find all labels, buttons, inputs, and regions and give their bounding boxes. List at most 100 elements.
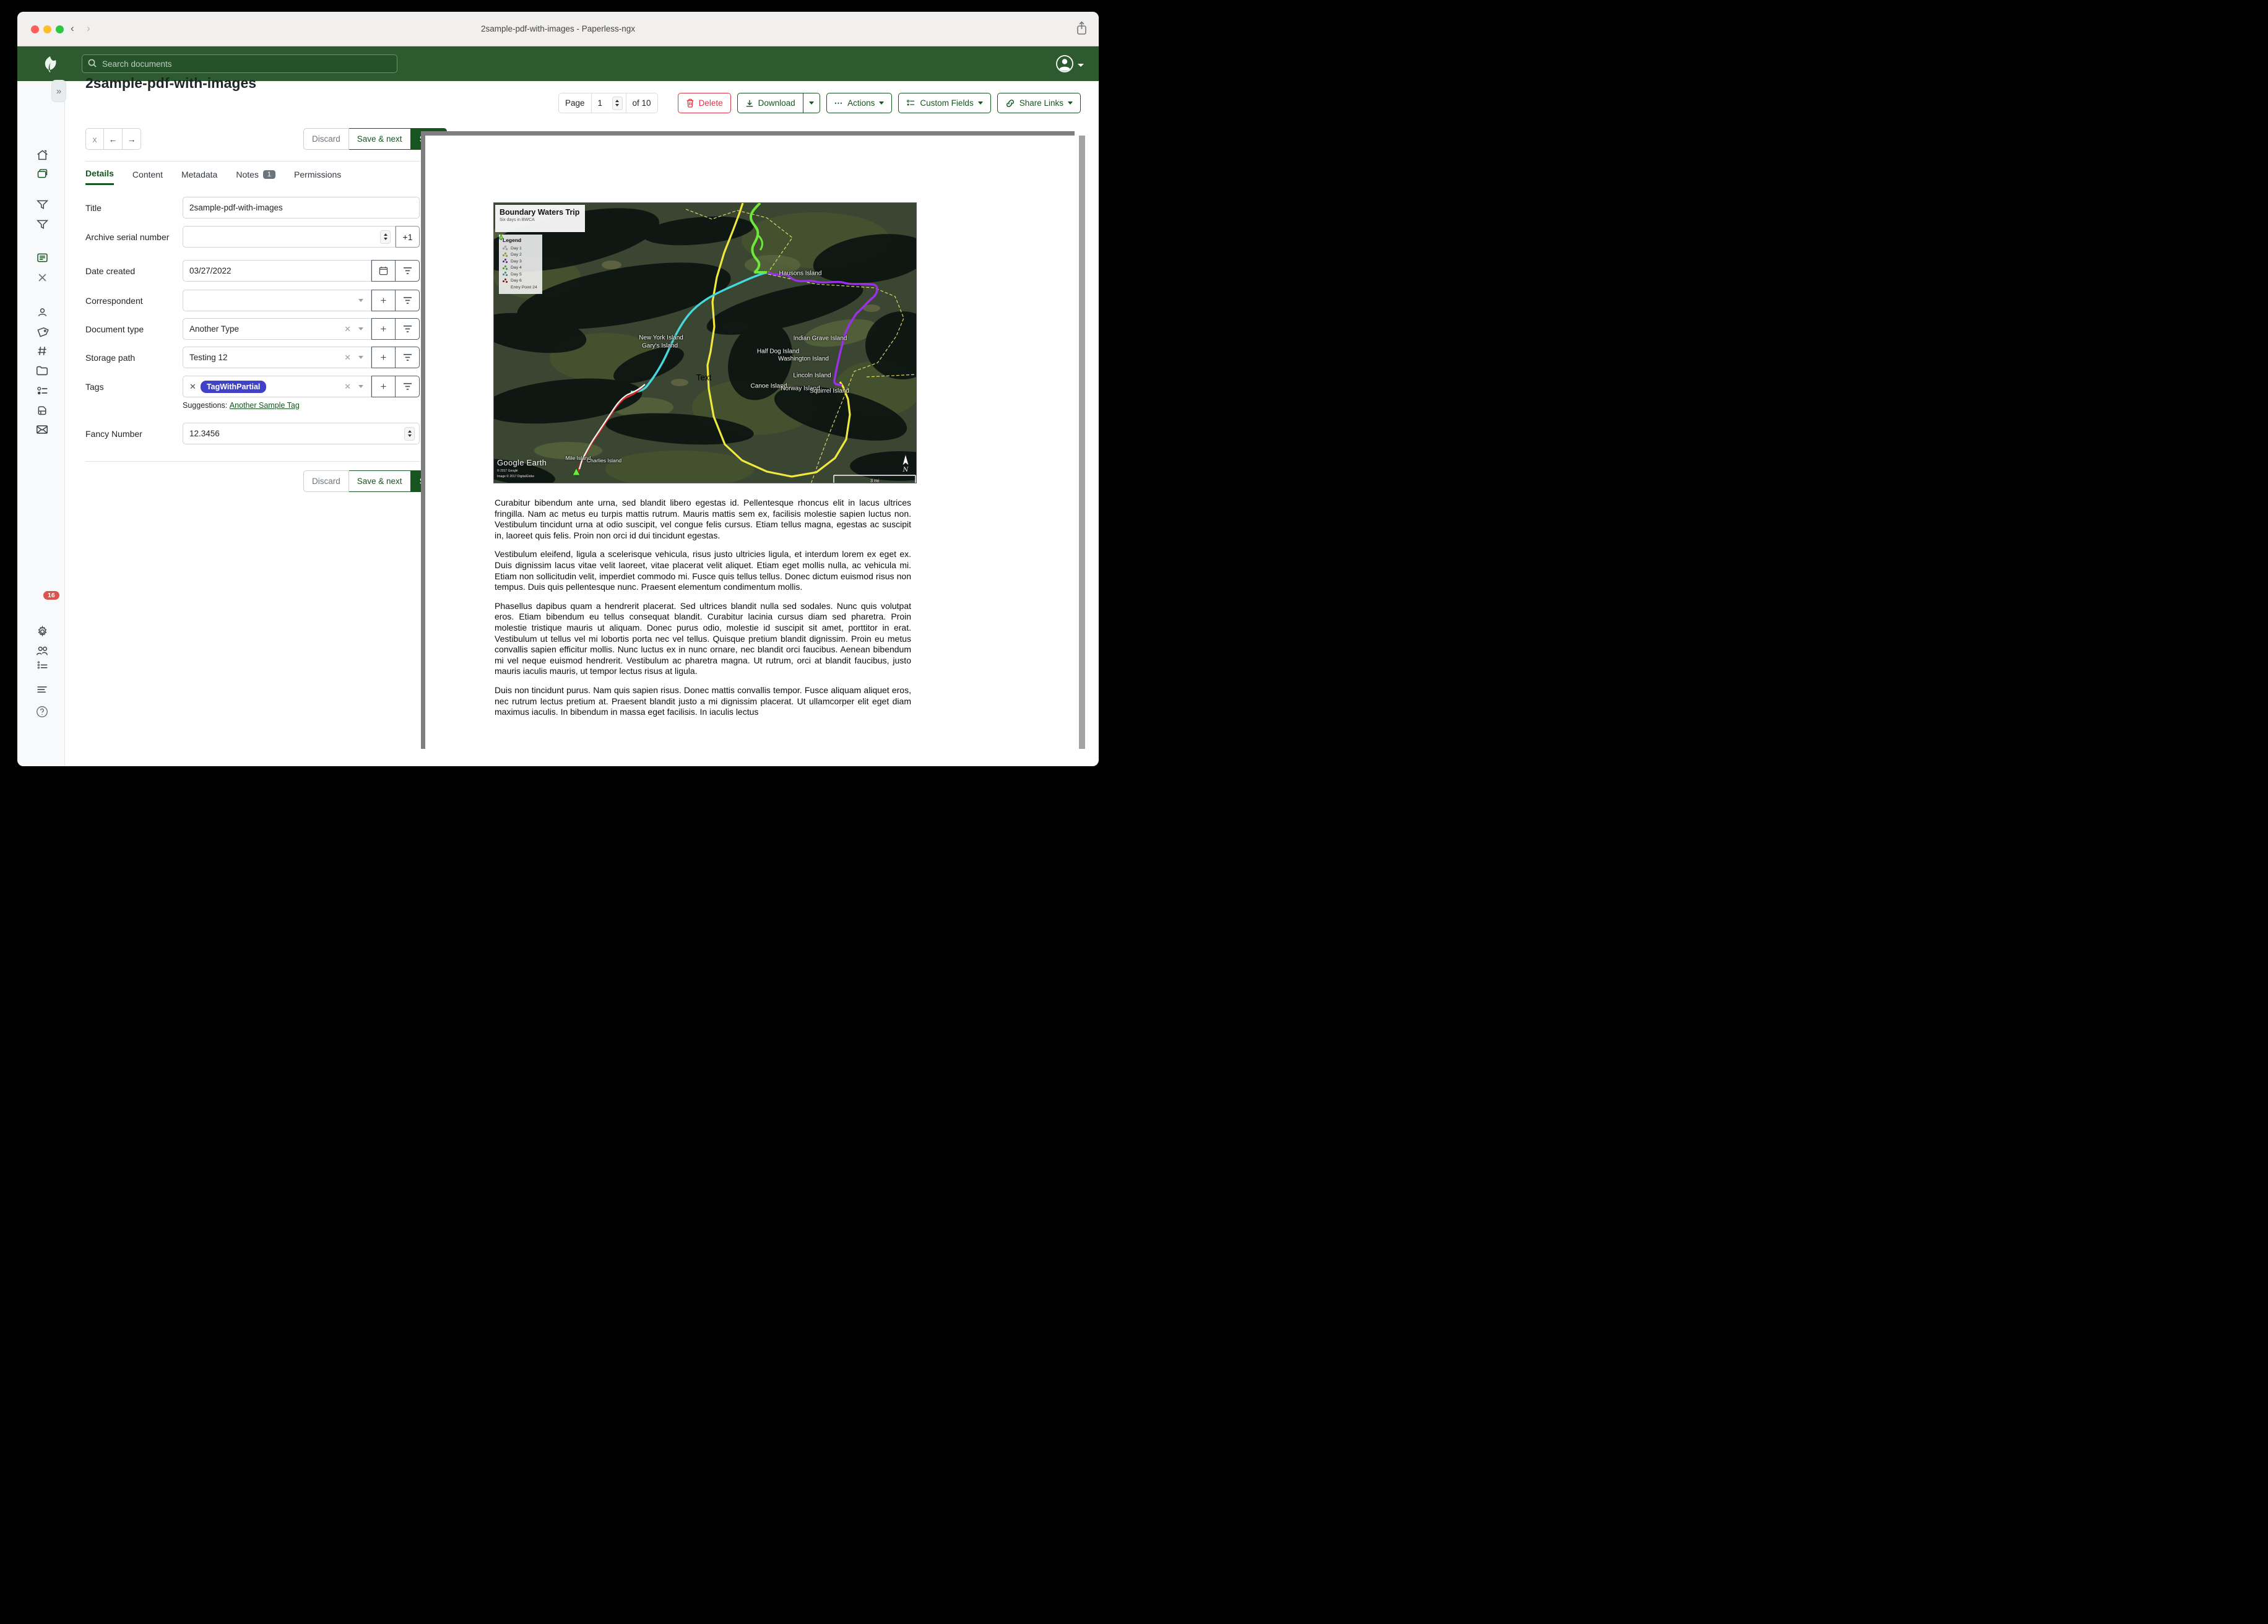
close-document-button[interactable]: x bbox=[85, 128, 104, 150]
viewer-scrollbar-track[interactable] bbox=[1075, 131, 1089, 749]
island-label: Half Dog Island bbox=[757, 348, 799, 355]
global-search bbox=[82, 54, 397, 73]
help-icon[interactable] bbox=[35, 704, 50, 719]
chevron-down-icon[interactable] bbox=[358, 299, 363, 302]
chevron-down-icon[interactable] bbox=[358, 356, 363, 359]
tags-icon[interactable] bbox=[35, 324, 50, 339]
asn-stepper[interactable] bbox=[380, 230, 391, 244]
custom-fields-icon[interactable] bbox=[35, 383, 50, 398]
page-number-field[interactable] bbox=[592, 93, 626, 113]
document-type-filter-button[interactable] bbox=[396, 318, 420, 340]
divider bbox=[85, 161, 420, 162]
calendar-button[interactable] bbox=[371, 260, 396, 282]
save-and-next-button[interactable]: Save & next bbox=[349, 128, 411, 150]
share-links-button[interactable]: Share Links bbox=[997, 93, 1081, 113]
download-button[interactable]: Download bbox=[737, 93, 803, 113]
documents-icon[interactable] bbox=[35, 166, 50, 181]
filter-lines-icon bbox=[403, 296, 412, 304]
share-icon[interactable] bbox=[1076, 21, 1088, 39]
tag-chip[interactable]: TagWithPartial bbox=[201, 381, 266, 393]
tags-filter-button[interactable] bbox=[396, 376, 420, 397]
download-options-button[interactable] bbox=[803, 93, 820, 113]
asn-input[interactable] bbox=[183, 226, 396, 248]
chevron-down-icon[interactable] bbox=[358, 385, 363, 388]
fancy-number-stepper[interactable] bbox=[404, 427, 415, 441]
user-menu[interactable] bbox=[1056, 55, 1084, 76]
clear-icon[interactable]: ✕ bbox=[344, 353, 351, 363]
page-title: 2sample-pdf-with-images bbox=[85, 75, 256, 92]
asn-plus-one-button[interactable]: +1 bbox=[396, 226, 420, 248]
tab-content[interactable]: Content bbox=[132, 168, 163, 185]
legend-title: Legend bbox=[503, 237, 542, 243]
paragraph: Phasellus dapibus quam a hendrerit place… bbox=[495, 601, 911, 677]
discard-button[interactable]: Discard bbox=[303, 470, 349, 492]
filter-lines-icon bbox=[403, 325, 412, 333]
file-tasks-icon[interactable] bbox=[35, 402, 50, 417]
actions-menu-button[interactable]: ⋯ Actions bbox=[826, 93, 893, 113]
date-created-input[interactable] bbox=[183, 260, 371, 282]
island-label: Indian Grave Island bbox=[794, 335, 847, 342]
map-image: Boundary Waters Trip Six days in BWCA Le… bbox=[493, 202, 917, 483]
users-groups-icon[interactable] bbox=[35, 644, 50, 659]
document-type-select[interactable]: Another Type ✕ bbox=[183, 318, 371, 340]
viewer-scrollbar-thumb[interactable] bbox=[1079, 136, 1085, 749]
notes-count-badge: 1 bbox=[263, 170, 275, 179]
delete-button[interactable]: Delete bbox=[678, 93, 731, 113]
add-storage-path-button[interactable]: + bbox=[371, 347, 396, 368]
add-correspondent-button[interactable]: + bbox=[371, 290, 396, 311]
save-and-next-button[interactable]: Save & next bbox=[349, 470, 411, 492]
document-types-icon[interactable] bbox=[35, 343, 50, 358]
page-number-input[interactable] bbox=[598, 98, 608, 108]
avatar-icon bbox=[1056, 55, 1073, 76]
remove-tag-icon[interactable]: ✕ bbox=[189, 382, 196, 392]
divider bbox=[85, 461, 420, 462]
suggestion-tag-link[interactable]: Another Sample Tag bbox=[230, 401, 300, 410]
tags-select[interactable]: ✕ TagWithPartial ✕ bbox=[183, 376, 371, 397]
document-tabs: Details Content Metadata Notes1 Permissi… bbox=[85, 168, 341, 185]
tasks-icon[interactable] bbox=[35, 657, 50, 672]
paperless-logo-icon[interactable] bbox=[42, 55, 58, 76]
settings-gear-icon[interactable] bbox=[35, 624, 50, 639]
title-input[interactable] bbox=[183, 197, 420, 218]
tab-details[interactable]: Details bbox=[85, 168, 114, 185]
storage-path-filter-button[interactable] bbox=[396, 347, 420, 368]
add-document-type-button[interactable]: + bbox=[371, 318, 396, 340]
paragraph: Curabitur bibendum ante urna, sed blandi… bbox=[495, 498, 911, 541]
correspondent-filter-button[interactable] bbox=[396, 290, 420, 311]
storage-paths-icon[interactable] bbox=[35, 363, 50, 378]
day4-icon bbox=[503, 266, 508, 270]
custom-fields-button[interactable]: Custom Fields bbox=[898, 93, 990, 113]
date-filter-button[interactable] bbox=[396, 260, 420, 282]
discard-button[interactable]: Discard bbox=[303, 128, 349, 150]
chevron-down-icon[interactable] bbox=[358, 327, 363, 330]
page-number-stepper[interactable] bbox=[612, 97, 623, 110]
clear-icon[interactable]: ✕ bbox=[344, 324, 351, 334]
island-label: Gary's Island bbox=[642, 343, 678, 350]
saved-view-filter-icon[interactable] bbox=[35, 197, 50, 212]
clear-icon[interactable]: ✕ bbox=[344, 382, 351, 392]
day1-icon bbox=[503, 246, 508, 251]
correspondents-icon[interactable] bbox=[35, 304, 50, 319]
mail-icon[interactable] bbox=[35, 422, 50, 437]
filter-lines-icon bbox=[403, 267, 412, 275]
logs-icon[interactable] bbox=[35, 683, 50, 698]
open-document-icon[interactable] bbox=[35, 250, 50, 265]
tab-permissions[interactable]: Permissions bbox=[294, 168, 341, 185]
dashboard-home-icon[interactable] bbox=[35, 147, 50, 162]
day6-icon bbox=[503, 279, 508, 283]
add-tag-button[interactable]: + bbox=[371, 376, 396, 397]
tab-notes[interactable]: Notes1 bbox=[236, 168, 275, 185]
next-document-button[interactable]: → bbox=[123, 128, 141, 150]
tags-label: Tags bbox=[85, 376, 175, 397]
previous-document-button[interactable]: ← bbox=[104, 128, 123, 150]
correspondent-select[interactable] bbox=[183, 290, 371, 311]
storage-path-select[interactable]: Testing 12 ✕ bbox=[183, 347, 371, 368]
search-input[interactable] bbox=[101, 59, 391, 69]
saved-view-filter-icon-2[interactable] bbox=[35, 217, 50, 231]
map-text-annotation: Text bbox=[696, 373, 712, 382]
ellipsis-icon: ⋯ bbox=[834, 98, 844, 108]
tab-metadata[interactable]: Metadata bbox=[181, 168, 217, 185]
close-all-documents-icon[interactable] bbox=[35, 270, 50, 285]
fancy-number-input[interactable] bbox=[183, 423, 420, 444]
sidebar-expand-button[interactable]: » bbox=[51, 80, 66, 102]
